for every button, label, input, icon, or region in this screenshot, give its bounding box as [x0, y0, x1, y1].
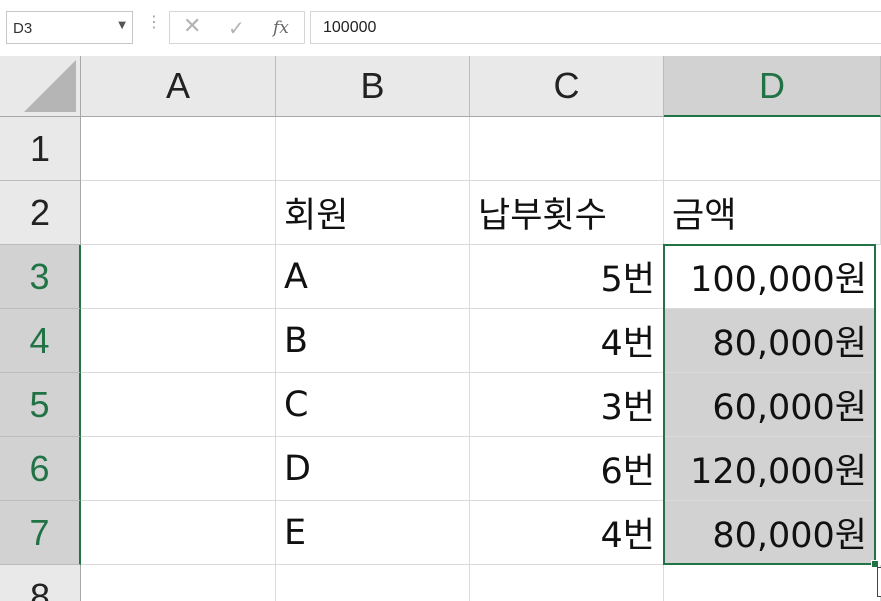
cell-d2[interactable]: 금액 [664, 181, 881, 245]
formula-bar: D3 ▼ ⋮ ✕ ✓ fx 100000 [0, 0, 881, 56]
cell-a3[interactable] [81, 245, 276, 309]
cell-b2[interactable]: 회원 [276, 181, 470, 245]
row-header-3[interactable]: 3 [0, 245, 81, 309]
row-header-8[interactable]: 8 [0, 565, 81, 601]
formula-value: 100000 [323, 19, 377, 36]
cell-b5[interactable]: C [276, 373, 470, 437]
column-header-b[interactable]: B [276, 56, 470, 117]
cell-c5[interactable]: 3번 [470, 373, 664, 437]
cell-a2[interactable] [81, 181, 276, 245]
row-header-6[interactable]: 6 [0, 437, 81, 501]
formula-buttons: ✕ ✓ fx [169, 11, 305, 44]
insert-function-icon[interactable]: fx [273, 18, 289, 38]
cell-a6[interactable] [81, 437, 276, 501]
name-box-value: D3 [13, 20, 33, 37]
cell-c4[interactable]: 4번 [470, 309, 664, 373]
cell-d4[interactable]: 80,000원 [664, 309, 876, 373]
row-header-2[interactable]: 2 [0, 181, 81, 245]
column-header-c[interactable]: C [470, 56, 664, 117]
select-all-triangle-icon [24, 60, 76, 112]
cell-b7[interactable]: E [276, 501, 470, 565]
cell-c8[interactable] [470, 565, 664, 601]
cell-d5[interactable]: 60,000원 [664, 373, 876, 437]
cell-b3[interactable]: A [276, 245, 470, 309]
cell-a4[interactable] [81, 309, 276, 373]
chevron-down-icon[interactable]: ▼ [118, 20, 126, 31]
cell-b6[interactable]: D [276, 437, 470, 501]
cell-c2[interactable]: 납부횟수 [470, 181, 664, 245]
cell-d8[interactable] [664, 565, 881, 601]
row-header-5[interactable]: 5 [0, 373, 81, 437]
checkmark-icon[interactable]: ✓ [228, 16, 245, 40]
cell-b8[interactable] [276, 565, 470, 601]
cell-c3[interactable]: 5번 [470, 245, 664, 309]
select-all-button[interactable] [0, 56, 81, 117]
cell-d7[interactable]: 80,000원 [664, 501, 876, 565]
column-header-a[interactable]: A [81, 56, 276, 117]
cell-a8[interactable] [81, 565, 276, 601]
cell-a7[interactable] [81, 501, 276, 565]
cell-b1[interactable] [276, 117, 470, 181]
cell-b4[interactable]: B [276, 309, 470, 373]
cancel-icon[interactable]: ✕ [183, 14, 201, 39]
cell-a5[interactable] [81, 373, 276, 437]
row-header-4[interactable]: 4 [0, 309, 81, 373]
row-header-1[interactable]: 1 [0, 117, 81, 181]
quick-analysis-icon[interactable] [877, 567, 881, 597]
cell-d6[interactable]: 120,000원 [664, 437, 876, 501]
cell-c6[interactable]: 6번 [470, 437, 664, 501]
cell-c1[interactable] [470, 117, 664, 181]
spreadsheet-grid: A B C D 1 2 3 4 5 6 7 8 회원 납부횟수 금액 A 5번 … [0, 56, 881, 601]
column-header-d[interactable]: D [664, 56, 881, 117]
cell-d3[interactable]: 100,000원 [664, 245, 876, 309]
name-box[interactable]: D3 ▼ [6, 11, 133, 44]
drag-handle-icon[interactable]: ⋮ [146, 12, 162, 31]
formula-input[interactable]: 100000 [310, 11, 881, 44]
cell-d1[interactable] [664, 117, 881, 181]
row-header-7[interactable]: 7 [0, 501, 81, 565]
cell-a1[interactable] [81, 117, 276, 181]
cell-c7[interactable]: 4번 [470, 501, 664, 565]
